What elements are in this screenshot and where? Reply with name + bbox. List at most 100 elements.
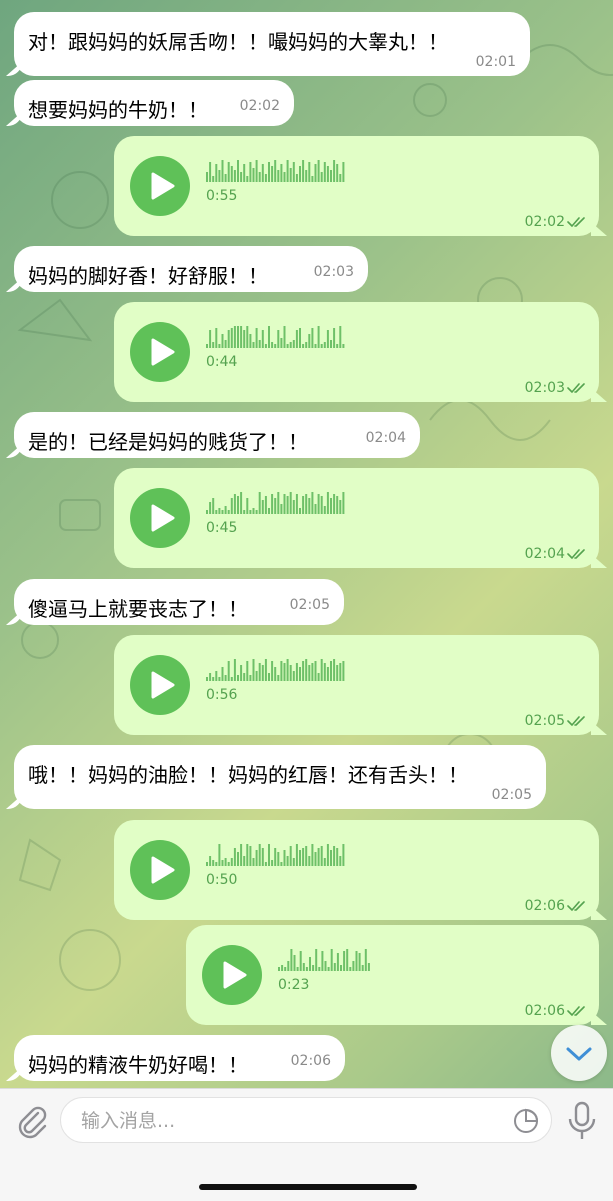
waveform-bar <box>333 328 336 348</box>
voice-message-bubble[interactable]: 0:55 02:02 <box>114 136 599 236</box>
waveform-bar <box>277 675 280 681</box>
waveform-bar <box>323 858 326 866</box>
message-text: 想要妈妈的牛奶！！ <box>28 98 208 122</box>
waveform-bar <box>230 166 233 182</box>
waveform-bar <box>296 967 299 971</box>
scroll-to-bottom-button[interactable] <box>551 1025 607 1081</box>
voice-waveform[interactable] <box>206 324 581 350</box>
play-button[interactable] <box>130 840 190 900</box>
message-time: 02:06 <box>290 1053 331 1069</box>
waveform-bar <box>292 858 295 866</box>
waveform-bar <box>215 671 218 681</box>
voice-waveform[interactable] <box>206 490 581 516</box>
waveform-bar <box>233 659 236 681</box>
waveform-bar <box>317 160 320 182</box>
waveform-bar <box>221 160 224 182</box>
waveform-bar <box>340 965 342 971</box>
waveform-bar <box>339 856 342 866</box>
message-text: 妈妈的脚好香！好舒服！！ <box>28 264 268 288</box>
waveform-bar <box>308 334 311 348</box>
waveform-bar <box>295 844 298 866</box>
waveform-bar <box>268 326 270 348</box>
message-time: 02:02 <box>525 214 587 230</box>
message-time-text: 02:04 <box>524 546 565 562</box>
message-time: 02:06 <box>525 898 587 914</box>
voice-message-bubble[interactable]: 0:50 02:06 <box>114 820 599 920</box>
waveform-bar <box>221 860 224 866</box>
voice-message-bubble[interactable]: 0:44 02:03 <box>114 302 599 402</box>
waveform-bar <box>295 494 298 514</box>
waveform-bar <box>264 496 267 514</box>
waveform-bar <box>314 344 317 348</box>
waveform-bar <box>271 860 274 866</box>
message-time-text: 02:03 <box>524 380 565 396</box>
waveform-bar <box>308 856 311 866</box>
waveform-bar <box>336 848 339 866</box>
waveform-bar <box>218 677 221 681</box>
waveform-bar <box>283 494 286 514</box>
play-icon <box>151 172 175 200</box>
waveform-bar <box>237 675 239 681</box>
message-input-box[interactable] <box>60 1097 552 1143</box>
waveform-bar <box>215 862 218 866</box>
waveform-bar <box>339 663 342 681</box>
message-input[interactable] <box>79 1106 503 1136</box>
waveform-bar <box>249 162 252 182</box>
waveform-bar <box>243 673 246 681</box>
waveform-bar <box>323 162 326 182</box>
waveform-bar <box>305 494 308 514</box>
waveform-bar <box>230 677 233 681</box>
waveform-bar <box>280 862 283 866</box>
voice-message-bubble[interactable]: 0:56 02:05 <box>114 635 599 735</box>
waveform-bar <box>326 330 329 348</box>
waveform-bar <box>209 673 212 681</box>
waveform-bar <box>255 328 258 348</box>
waveform-bar <box>224 340 227 348</box>
waveform-bar <box>286 659 289 681</box>
waveform-bar <box>287 961 290 971</box>
waveform-bar <box>342 661 345 681</box>
message-time: 02:01 <box>475 54 516 70</box>
message-list[interactable]: 对！跟妈妈的妖屌舌吻！！嘬妈妈的大睾丸！！ 02:01 想要妈妈的牛奶！！ 02:02… <box>0 0 613 1088</box>
waveform-bar <box>302 963 305 971</box>
waveform-bar <box>277 492 280 514</box>
paperclip-icon[interactable] <box>14 1103 50 1139</box>
waveform-bar <box>261 164 264 182</box>
double-check-icon <box>567 549 585 559</box>
waveform-bar <box>233 848 236 866</box>
waveform-bar <box>358 953 361 971</box>
waveform-bar <box>308 162 311 182</box>
waveform-bar <box>295 174 298 182</box>
play-button[interactable] <box>130 322 190 382</box>
waveform-bar <box>305 342 308 348</box>
message-time: 02:03 <box>313 264 354 280</box>
microphone-icon[interactable] <box>566 1101 598 1141</box>
waveform-bar <box>299 166 301 182</box>
play-icon <box>151 671 175 699</box>
waveform-bar <box>302 496 305 514</box>
play-button[interactable] <box>130 488 190 548</box>
play-button[interactable] <box>130 655 190 715</box>
waveform-bar <box>283 172 286 182</box>
waveform-bar <box>336 953 339 971</box>
waveform-bar <box>323 663 326 681</box>
waveform-bar <box>299 850 301 866</box>
voice-waveform[interactable] <box>206 842 581 868</box>
play-button[interactable] <box>130 156 190 216</box>
voice-message-bubble[interactable]: 0:23 02:06 <box>186 925 599 1025</box>
waveform-bar <box>342 492 345 514</box>
waveform-bar <box>277 330 280 348</box>
voice-message-bubble[interactable]: 0:45 02:04 <box>114 468 599 568</box>
chevron-down-icon <box>566 1047 592 1061</box>
waveform-bar <box>230 328 233 348</box>
waveform-bar <box>249 334 252 348</box>
voice-waveform[interactable] <box>278 947 581 973</box>
waveform-bar <box>243 856 246 866</box>
waveform-bar <box>221 667 224 681</box>
voice-waveform[interactable] <box>206 657 581 683</box>
sticker-icon[interactable] <box>513 1108 539 1134</box>
double-check-icon <box>567 217 585 227</box>
voice-waveform[interactable] <box>206 158 581 184</box>
play-button[interactable] <box>202 945 262 1005</box>
waveform-bar <box>268 508 270 514</box>
